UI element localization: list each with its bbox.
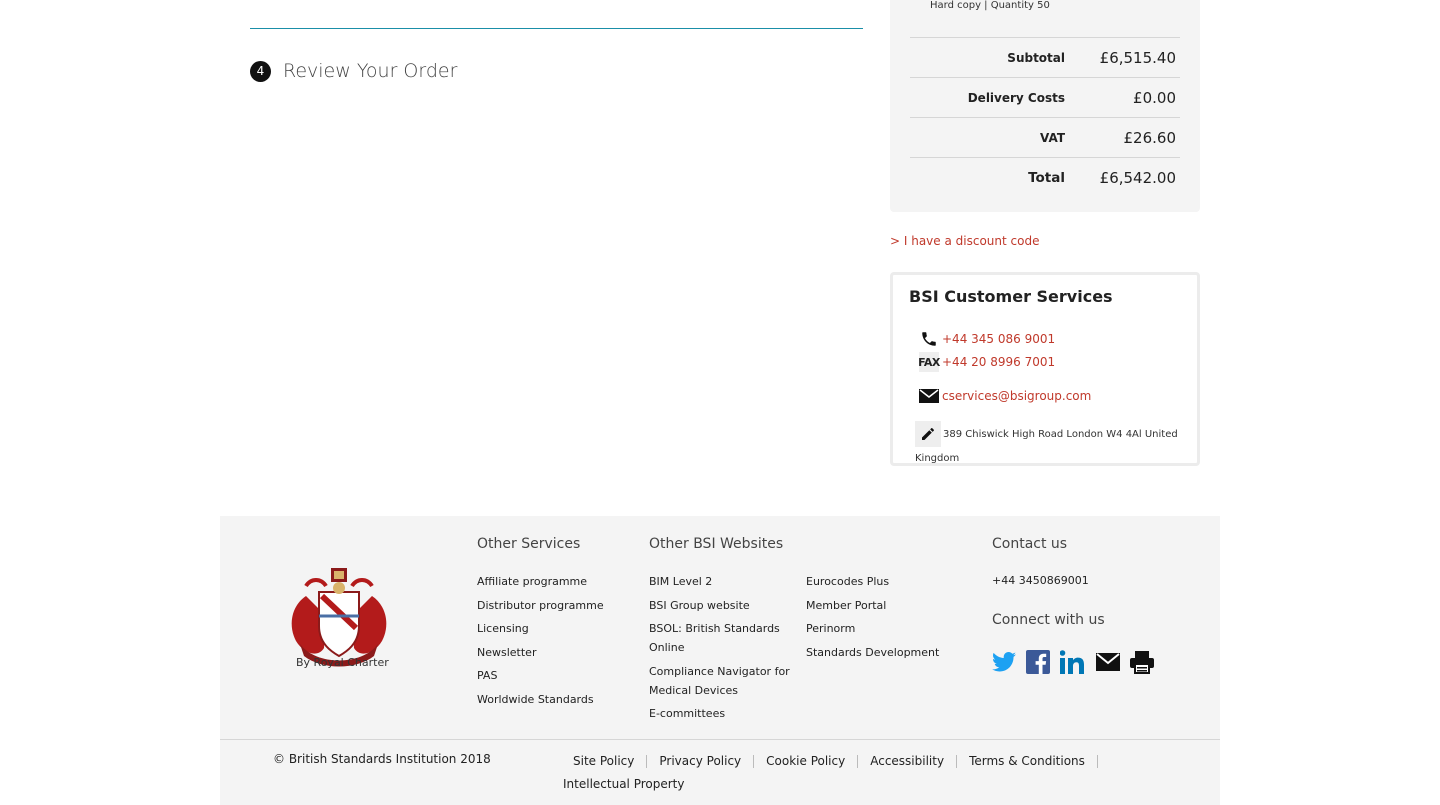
footer-link[interactable]: Distributor programme: [477, 596, 637, 615]
summary-value: £0.00: [1133, 88, 1176, 107]
footer: By Royal Charter Other Services Affiliat…: [220, 516, 1220, 805]
footer-link[interactable]: Eurocodes Plus: [806, 572, 966, 591]
step-number-badge: 4: [250, 60, 271, 82]
summary-row-vat: VAT £26.60: [910, 117, 1180, 157]
discount-code-link[interactable]: > I have a discount code: [890, 234, 1039, 248]
footer-link[interactable]: Member Portal: [806, 596, 966, 615]
policy-link-cookie[interactable]: Cookie Policy: [766, 754, 845, 768]
summary-row-delivery: Delivery Costs £0.00: [910, 77, 1180, 117]
footer-link[interactable]: Newsletter: [477, 643, 637, 662]
footer-link[interactable]: BSOL: British Standards Online: [649, 619, 799, 657]
other-websites-list-2: Eurocodes Plus Member Portal Perinorm St…: [806, 572, 966, 666]
email-address: cservices@bsigroup.com: [942, 389, 1092, 403]
policy-link-privacy[interactable]: Privacy Policy: [659, 754, 741, 768]
facebook-icon[interactable]: [1026, 650, 1050, 674]
summary-row-subtotal: Subtotal £6,515.40: [910, 37, 1180, 77]
print-icon[interactable]: [1130, 650, 1154, 674]
summary-row-total: Total £6,542.00: [910, 157, 1180, 197]
footer-separator: [220, 739, 1220, 740]
other-websites-title: Other BSI Websites: [649, 536, 784, 552]
summary-value: £6,542.00: [1099, 168, 1176, 187]
footer-link[interactable]: Affiliate programme: [477, 572, 637, 591]
summary-item-detail: Hard copy | Quantity 50: [930, 0, 1050, 11]
fax-line[interactable]: FAX +44 20 8996 7001: [918, 352, 1056, 372]
linkedin-icon[interactable]: [1060, 650, 1086, 674]
other-websites-list-1: BIM Level 2 BSI Group website BSOL: Brit…: [649, 572, 799, 728]
order-summary: Hard copy | Quantity 50 Subtotal £6,515.…: [890, 0, 1200, 212]
footer-link[interactable]: Compliance Navigator for Medical Devices: [649, 662, 799, 700]
footer-link[interactable]: BIM Level 2: [649, 572, 799, 591]
royal-charter-caption: By Royal Charter: [296, 656, 389, 669]
checkout-step-review[interactable]: 4 Review Your Order: [250, 60, 457, 82]
fax-icon: FAX: [918, 352, 940, 372]
summary-value: £26.60: [1123, 128, 1177, 147]
contact-title: Contact us: [992, 536, 1068, 552]
policy-link-accessibility[interactable]: Accessibility: [870, 754, 944, 768]
pencil-icon: [915, 421, 941, 447]
email-line[interactable]: cservices@bsigroup.com: [919, 386, 1091, 406]
mail-icon: [919, 386, 939, 406]
customer-services-box: BSI Customer Services +44 345 086 9001 F…: [890, 272, 1200, 466]
phone-icon: [919, 329, 939, 349]
summary-label: Delivery Costs: [967, 90, 1065, 105]
phone-number: +44 345 086 9001: [942, 332, 1056, 346]
summary-label: VAT: [1039, 130, 1065, 145]
step-title: Review Your Order: [283, 60, 458, 82]
copyright-text: © British Standards Institution 2018: [273, 752, 491, 766]
policy-links: Site Policy Privacy Policy Cookie Policy Ac…: [563, 750, 1163, 796]
footer-link[interactable]: Licensing: [477, 619, 637, 638]
summary-label: Total: [1028, 169, 1065, 186]
policy-link-site[interactable]: Site Policy: [573, 754, 634, 768]
footer-link[interactable]: Perinorm: [806, 619, 966, 638]
other-services-title: Other Services: [477, 536, 581, 552]
address-line: 389 Chiswick High Road London W4 4Al Uni…: [915, 421, 1185, 471]
phone-line[interactable]: +44 345 086 9001: [919, 329, 1055, 349]
fax-number: +44 20 8996 7001: [942, 355, 1056, 369]
footer-link[interactable]: E-committees: [649, 704, 799, 723]
summary-rows: Subtotal £6,515.40 Delivery Costs £0.00 …: [910, 37, 1180, 197]
twitter-icon[interactable]: [992, 651, 1016, 673]
summary-value: £6,515.40: [1099, 48, 1176, 67]
footer-link[interactable]: BSI Group website: [649, 596, 799, 615]
footer-link[interactable]: Worldwide Standards: [477, 690, 637, 709]
footer-link[interactable]: Standards Development: [806, 643, 966, 662]
customer-services-title: BSI Customer Services: [909, 287, 1113, 306]
social-links: [992, 650, 1154, 674]
policy-link-terms[interactable]: Terms & Conditions: [969, 754, 1085, 768]
step-divider: [250, 28, 863, 29]
footer-link[interactable]: PAS: [477, 666, 637, 685]
connect-title: Connect with us: [992, 612, 1105, 628]
address-text: 389 Chiswick High Road London W4 4Al Uni…: [915, 429, 1178, 464]
mail-icon[interactable]: [1096, 653, 1120, 671]
policy-link-ip[interactable]: Intellectual Property: [563, 777, 684, 791]
summary-label: Subtotal: [1007, 50, 1065, 65]
other-services-list: Affiliate programme Distributor programm…: [477, 572, 637, 713]
contact-phone[interactable]: +44 3450869001: [992, 574, 1089, 587]
